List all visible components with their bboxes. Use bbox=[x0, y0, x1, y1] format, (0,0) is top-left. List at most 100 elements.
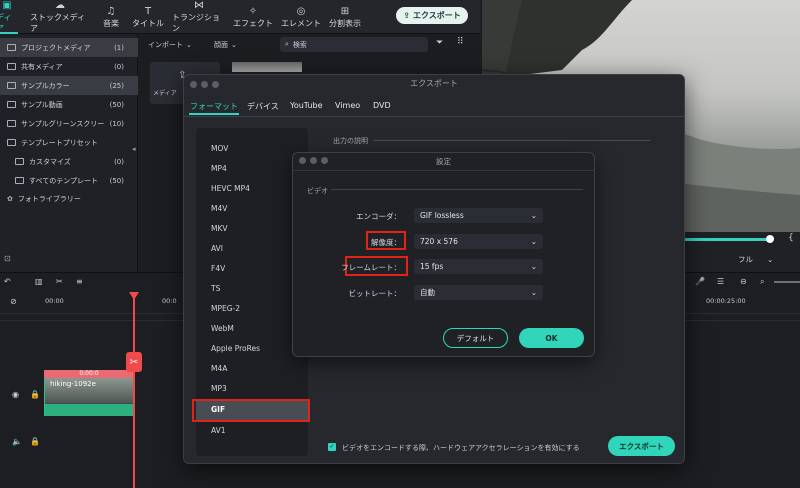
transition-icon: ⋈ bbox=[194, 0, 204, 11]
delete-icon[interactable]: ▥ bbox=[35, 277, 43, 286]
collapse-sidebar-icon[interactable]: ◂ bbox=[132, 145, 136, 153]
encoder-label: エンコーダ： bbox=[356, 212, 401, 221]
sidebar-item-photo-library[interactable]: ✿ フォトライブラリー bbox=[0, 189, 138, 208]
ok-button[interactable]: OK bbox=[519, 328, 584, 348]
ruler-tick-label: 00:0 bbox=[162, 297, 177, 305]
chevron-down-icon: ⌄ bbox=[231, 40, 237, 49]
speaker-icon[interactable]: 🔈 bbox=[12, 437, 22, 446]
preview-scrubber[interactable] bbox=[684, 238, 772, 241]
folder-icon bbox=[7, 63, 16, 70]
sidebar-item-template-presets[interactable]: テンプレートプリセット bbox=[0, 133, 138, 152]
encoder-select[interactable]: GIF lossless ⌄ bbox=[414, 208, 543, 223]
media-icon: ▣ bbox=[2, 0, 12, 11]
sidebar-item-all-templates[interactable]: すべてのテンプレート (50) bbox=[0, 171, 138, 190]
tab-device[interactable]: デバイス bbox=[247, 101, 279, 112]
export-button-top[interactable]: ⇪ エクスポート bbox=[396, 7, 468, 24]
tab-vimeo[interactable]: Vimeo bbox=[335, 101, 360, 110]
tab-music[interactable]: ♫ 音楽 bbox=[100, 2, 122, 32]
tab-title[interactable]: T タイトル bbox=[131, 2, 165, 32]
folder-icon bbox=[15, 177, 24, 184]
folder-icon bbox=[7, 101, 16, 108]
stock-media-icon: ☁ bbox=[55, 0, 65, 11]
sidebar-item-shared-media[interactable]: 共有メディア (0) bbox=[0, 57, 138, 76]
section-divider bbox=[373, 140, 650, 141]
chevron-down-icon: ⌄ bbox=[186, 40, 192, 49]
format-item[interactable]: AV1 bbox=[196, 421, 308, 441]
title-icon: T bbox=[144, 5, 152, 17]
filter-icon[interactable]: ⏷ bbox=[436, 38, 443, 48]
cut-icon[interactable]: ✂ bbox=[56, 277, 63, 286]
tab-youtube[interactable]: YouTube bbox=[290, 101, 323, 110]
sort-dropdown[interactable]: 顔面 ⌄ bbox=[214, 38, 248, 51]
framerate-select[interactable]: 15 fps ⌄ bbox=[414, 259, 543, 274]
active-tab-indicator bbox=[189, 113, 239, 115]
bracket-icon[interactable]: { bbox=[788, 233, 794, 243]
media-thumbnail[interactable] bbox=[232, 62, 302, 72]
hwaccel-checkbox[interactable]: ✓ bbox=[328, 443, 336, 451]
export-button[interactable]: エクスポート bbox=[608, 436, 675, 456]
chevron-down-icon: ⌄ bbox=[530, 288, 537, 297]
settings-dialog bbox=[292, 152, 595, 357]
list-icon[interactable]: ☰ bbox=[717, 277, 724, 286]
framerate-label: フレームレート： bbox=[341, 263, 401, 272]
default-button[interactable]: デフォルト bbox=[443, 328, 508, 348]
undo-icon[interactable]: ↶ bbox=[4, 277, 11, 286]
chevron-down-icon: ⌄ bbox=[767, 254, 774, 264]
bitrate-label: ビットレート： bbox=[348, 289, 402, 298]
effect-icon: ✧ bbox=[248, 5, 258, 17]
folder-icon bbox=[7, 139, 16, 146]
new-folder-icon[interactable]: ⊡ bbox=[4, 254, 11, 263]
gif-highlight-box bbox=[192, 399, 310, 422]
tab-split-screen[interactable]: ⊞ 分割表示 bbox=[328, 2, 362, 32]
import-media-label: メディア bbox=[153, 90, 177, 97]
bitrate-select[interactable]: 自動 ⌄ bbox=[414, 285, 543, 300]
folder-icon bbox=[7, 120, 16, 127]
tab-element[interactable]: ◎ エレメント bbox=[281, 2, 321, 32]
video-section-label: ビデオ bbox=[307, 187, 328, 195]
clip-duration-badge: 0:00:0 bbox=[44, 370, 134, 378]
grid-view-icon[interactable]: ⠿ bbox=[457, 37, 464, 47]
resolution-label: 解像度： bbox=[371, 238, 401, 247]
link-icon[interactable]: ⊘ bbox=[10, 297, 17, 306]
folder-icon bbox=[7, 44, 16, 51]
zoom-in-icon[interactable]: ⌕ bbox=[760, 277, 764, 287]
resolution-select[interactable]: 720 x 576 ⌄ bbox=[414, 234, 543, 249]
mic-icon[interactable]: 🎤 bbox=[695, 277, 705, 286]
tab-effect[interactable]: ✧ エフェクト bbox=[233, 2, 273, 32]
tab-transition[interactable]: ⋈ トランジション bbox=[172, 0, 226, 33]
music-icon: ♫ bbox=[106, 5, 116, 17]
folder-icon bbox=[15, 158, 24, 165]
search-icon: ⌕ bbox=[285, 40, 289, 48]
preview-scrubber-handle[interactable] bbox=[766, 235, 774, 243]
sidebar-item-project-media[interactable]: プロジェクトメディア (1) bbox=[0, 38, 138, 57]
playhead[interactable] bbox=[133, 292, 135, 488]
tab-media[interactable]: ▣ディア bbox=[0, 0, 18, 33]
ruler-tick-label: 00:00 bbox=[45, 297, 64, 305]
tab-format[interactable]: フォーマット bbox=[190, 101, 238, 112]
sidebar-item-sample-videos[interactable]: サンプル動画 (50) bbox=[0, 95, 138, 114]
output-description-label: 出力の説明 bbox=[333, 137, 368, 145]
lock-icon[interactable]: 🔒 bbox=[30, 437, 40, 446]
search-input[interactable]: ⌕ 検索 bbox=[280, 37, 428, 52]
preview-quality-select[interactable]: フル ⌄ bbox=[738, 252, 790, 266]
tab-dvd[interactable]: DVD bbox=[373, 101, 391, 110]
format-item[interactable]: MP3 bbox=[196, 379, 308, 399]
import-dropdown[interactable]: インポート ⌄ bbox=[148, 38, 202, 51]
lock-icon[interactable]: 🔒 bbox=[30, 390, 40, 399]
format-item[interactable]: M4A bbox=[196, 359, 308, 379]
scissors-icon[interactable]: ✂ bbox=[126, 352, 142, 372]
adjust-icon[interactable]: ≡ bbox=[76, 277, 83, 286]
chevron-down-icon: ⌄ bbox=[530, 262, 537, 271]
zoom-slider[interactable] bbox=[774, 281, 800, 283]
sidebar-item-customize[interactable]: カスタマイズ (0) bbox=[0, 152, 138, 171]
tab-stock-media[interactable]: ☁ ストックメディア bbox=[30, 0, 90, 33]
zoom-out-icon[interactable]: ⊖ bbox=[740, 277, 747, 286]
settings-dialog-title: 設定 bbox=[436, 157, 451, 166]
hwaccel-label: ビデオをエンコードする際、ハードウェアアクセラレーションを有効にする bbox=[342, 444, 580, 452]
sidebar-item-sample-colors[interactable]: サンプルカラー (25) bbox=[0, 76, 138, 95]
export-dialog-title: エクスポート bbox=[410, 79, 458, 88]
section-divider bbox=[331, 189, 583, 190]
sidebar-item-green-screen[interactable]: サンプルグリーンスクリー (10) bbox=[0, 114, 138, 133]
eye-icon[interactable]: ◉ bbox=[12, 390, 19, 399]
flower-icon: ✿ bbox=[7, 194, 13, 203]
